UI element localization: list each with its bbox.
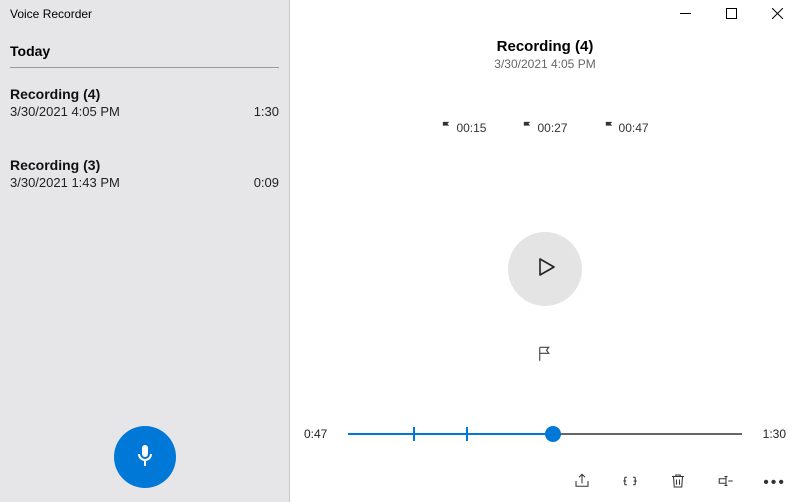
recording-duration: 1:30 (254, 104, 279, 119)
maximize-button[interactable] (708, 0, 754, 30)
app-title: Voice Recorder (0, 0, 289, 25)
sidebar: Voice Recorder Today Recording (4) 3/30/… (0, 0, 290, 502)
track-marker-tick (413, 427, 415, 441)
marker-time: 00:27 (537, 121, 567, 135)
recording-list: Recording (4) 3/30/2021 4:05 PM 1:30 Rec… (0, 80, 289, 208)
window-controls (662, 0, 800, 30)
elapsed-time: 0:47 (304, 427, 338, 441)
delete-button[interactable] (667, 472, 689, 494)
share-icon (573, 472, 591, 495)
track-progress (348, 433, 553, 435)
minimize-icon (680, 6, 691, 24)
trim-icon (621, 472, 639, 495)
minimize-button[interactable] (662, 0, 708, 30)
action-bar: ••• (571, 472, 786, 494)
recording-date: 3/30/2021 1:43 PM (10, 175, 120, 190)
recording-list-item[interactable]: Recording (4) 3/30/2021 4:05 PM 1:30 (0, 80, 289, 137)
close-button[interactable] (754, 0, 800, 30)
marker-row: 00:15 00:27 00:47 (290, 121, 800, 135)
recording-date: 3/30/2021 4:05 PM (10, 104, 120, 119)
recording-title: Recording (3) (10, 157, 279, 173)
recording-list-item[interactable]: Recording (3) 3/30/2021 1:43 PM 0:09 (0, 151, 289, 208)
flag-icon (536, 345, 554, 368)
rename-icon (717, 472, 735, 495)
microphone-icon (133, 443, 157, 472)
more-icon: ••• (763, 474, 786, 491)
marker-time: 00:47 (619, 121, 649, 135)
play-button[interactable] (508, 232, 582, 306)
detail-title: Recording (4) (290, 38, 800, 55)
trash-icon (669, 472, 687, 495)
track-marker-tick (466, 427, 468, 441)
seek-thumb[interactable] (545, 426, 561, 442)
record-button[interactable] (114, 426, 176, 488)
marker-time: 00:15 (456, 121, 486, 135)
marker-button[interactable]: 00:27 (522, 121, 567, 135)
main-panel: Recording (4) 3/30/2021 4:05 PM 00:15 00… (290, 0, 800, 502)
flag-icon (522, 121, 533, 135)
play-icon (533, 255, 557, 284)
maximize-icon (726, 6, 737, 24)
trim-button[interactable] (619, 472, 641, 494)
marker-button[interactable]: 00:47 (604, 121, 649, 135)
section-header-today: Today (10, 43, 279, 68)
flag-icon (604, 121, 615, 135)
seek-bar: 0:47 1:30 (304, 424, 786, 444)
detail-date: 3/30/2021 4:05 PM (290, 57, 800, 71)
recording-duration: 0:09 (254, 175, 279, 190)
seek-track[interactable] (348, 424, 742, 444)
rename-button[interactable] (715, 472, 737, 494)
share-button[interactable] (571, 472, 593, 494)
more-button[interactable]: ••• (763, 475, 786, 491)
flag-icon (441, 121, 452, 135)
close-icon (772, 6, 783, 24)
total-time: 1:30 (752, 427, 786, 441)
marker-button[interactable]: 00:15 (441, 121, 486, 135)
recording-title: Recording (4) (10, 86, 279, 102)
add-marker-button[interactable] (527, 338, 563, 374)
